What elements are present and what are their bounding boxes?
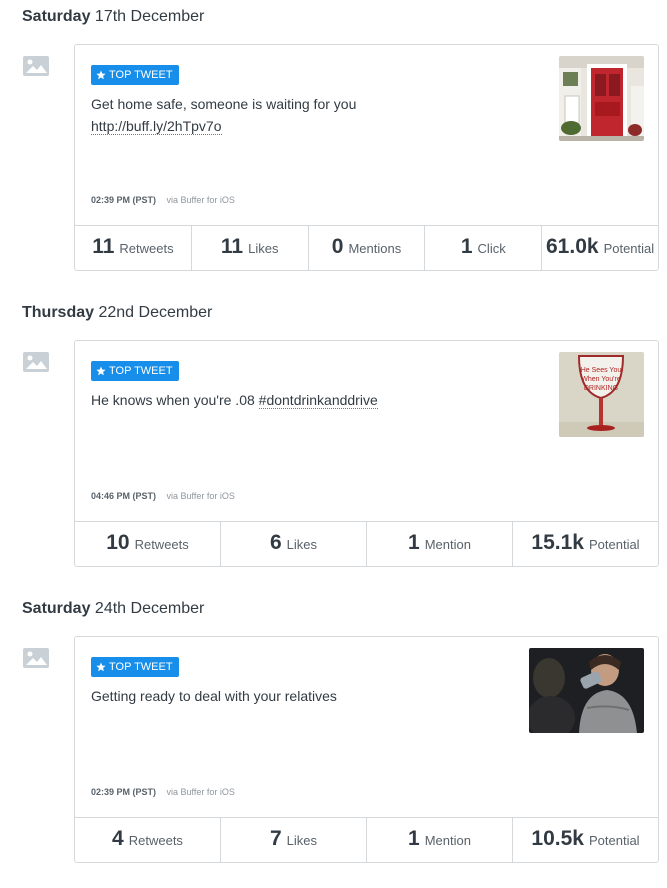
date-header: Saturday 24th December — [22, 600, 204, 618]
wine-glass-photo[interactable]: He Sees You When You're DRINKING — [559, 352, 644, 437]
stat-value: 7 — [269, 827, 282, 850]
stat-value: 15.1k — [531, 531, 584, 554]
stat-label: Click — [477, 241, 506, 256]
post-via: via Buffer for iOS — [166, 491, 235, 501]
tweet-body: He knows when you're .08 — [91, 392, 255, 408]
stat-label: Retweets — [134, 537, 189, 552]
star-icon — [96, 366, 106, 376]
stat-clicks: 1 Click — [424, 226, 541, 270]
tweet-link[interactable]: http://buff.ly/2hTpv7o — [91, 118, 222, 135]
star-icon — [96, 70, 106, 80]
tweet-hashtag[interactable]: #dontdrinkanddrive — [258, 392, 378, 409]
image-icon — [22, 351, 50, 373]
tweet-text: He knows when you're .08 #dontdrinkanddr… — [91, 389, 378, 411]
svg-text:DRINKING: DRINKING — [584, 385, 618, 392]
date-rest: 17th December — [94, 8, 205, 25]
stat-value: 6 — [269, 531, 282, 554]
top-tweet-badge: TOP TWEET — [91, 361, 179, 381]
post-card: TOP TWEET Getting ready to deal with you… — [74, 636, 659, 863]
post-time: 02:39 PM (PST) — [91, 195, 157, 205]
image-icon — [22, 647, 50, 669]
tweet-text: Get home safe, someone is waiting for yo… — [91, 93, 356, 137]
tweet-body: Getting ready to deal with your relative… — [91, 688, 337, 704]
stat-likes: 7 Likes — [220, 818, 366, 862]
svg-text:When You're: When You're — [581, 376, 621, 383]
stat-retweets: 10 Retweets — [75, 522, 220, 566]
stat-mentions: 1 Mention — [366, 818, 512, 862]
stat-label: Potential — [588, 537, 640, 552]
star-icon — [96, 662, 106, 672]
post-meta: 02:39 PM (PST) via Buffer for iOS — [91, 787, 235, 797]
stats-bar: 11 Retweets 11 Likes 0 Mentions 1 Click 61.0… — [75, 225, 658, 270]
stat-label: Likes — [248, 241, 279, 256]
stat-value: 11 — [220, 235, 244, 258]
post-card: TOP TWEET He knows when you're .08 #dont… — [74, 340, 659, 567]
stat-label: Potential — [588, 833, 640, 848]
post-via: via Buffer for iOS — [166, 787, 235, 797]
badge-label: TOP TWEET — [109, 365, 173, 377]
stat-label: Likes — [286, 537, 318, 552]
tweet-body: Get home safe, someone is waiting for yo… — [91, 96, 357, 112]
stat-value: 11 — [92, 235, 115, 258]
tweet-text: Getting ready to deal with your relative… — [91, 685, 337, 707]
post-card: TOP TWEET Get home safe, someone is wait… — [74, 44, 659, 271]
stat-potential: 10.5k Potential — [512, 818, 658, 862]
badge-label: TOP TWEET — [109, 661, 173, 673]
stat-retweets: 11 Retweets — [75, 226, 191, 270]
stat-value: 4 — [112, 827, 124, 850]
stat-value: 0 — [331, 235, 344, 258]
date-weekday: Saturday — [22, 8, 91, 25]
person-drinking-photo[interactable] — [529, 648, 644, 733]
stat-label: Mentions — [348, 241, 402, 256]
stat-label: Retweets — [119, 241, 174, 256]
stat-value: 10 — [106, 531, 130, 554]
stat-likes: 6 Likes — [220, 522, 366, 566]
stat-label: Mention — [424, 537, 471, 552]
badge-label: TOP TWEET — [109, 69, 173, 81]
stats-bar: 10 Retweets 6 Likes 1 Mention 15.1k Potentia… — [75, 521, 658, 566]
stat-mentions: 0 Mentions — [307, 226, 425, 270]
top-tweet-badge: TOP TWEET — [91, 657, 179, 677]
date-weekday: Saturday — [22, 600, 91, 617]
date-header: Saturday 17th December — [22, 8, 204, 26]
post-time: 02:39 PM (PST) — [91, 787, 157, 797]
stat-label: Likes — [286, 833, 318, 848]
date-weekday: Thursday — [22, 304, 95, 321]
stat-likes: 11 Likes — [190, 226, 308, 270]
stat-label: Potential — [603, 241, 655, 256]
red-door-photo[interactable] — [559, 56, 644, 141]
top-tweet-badge: TOP TWEET — [91, 65, 179, 85]
stat-label: Retweets — [128, 833, 183, 848]
image-icon — [22, 55, 50, 77]
thumb-text: He Sees You — [581, 367, 622, 374]
stat-potential: 61.0k Potential — [541, 226, 658, 270]
stats-bar: 4 Retweets 7 Likes 1 Mention 10.5k Potential — [75, 817, 658, 862]
date-rest: 24th December — [94, 600, 205, 617]
stat-value: 1 — [408, 827, 420, 850]
stat-retweets: 4 Retweets — [75, 818, 220, 862]
date-header: Thursday 22nd December — [22, 304, 212, 322]
post-time: 04:46 PM (PST) — [91, 491, 157, 501]
post-meta: 02:39 PM (PST) via Buffer for iOS — [91, 195, 235, 205]
stat-value: 1 — [408, 531, 420, 554]
post-meta: 04:46 PM (PST) via Buffer for iOS — [91, 491, 235, 501]
stat-value: 61.0k — [546, 235, 599, 258]
stat-value: 1 — [460, 235, 473, 258]
date-rest: 22nd December — [98, 304, 213, 321]
stat-label: Mention — [424, 833, 471, 848]
post-via: via Buffer for iOS — [166, 195, 235, 205]
stat-potential: 15.1k Potential — [512, 522, 658, 566]
stat-value: 10.5k — [531, 827, 584, 850]
stat-mentions: 1 Mention — [366, 522, 512, 566]
